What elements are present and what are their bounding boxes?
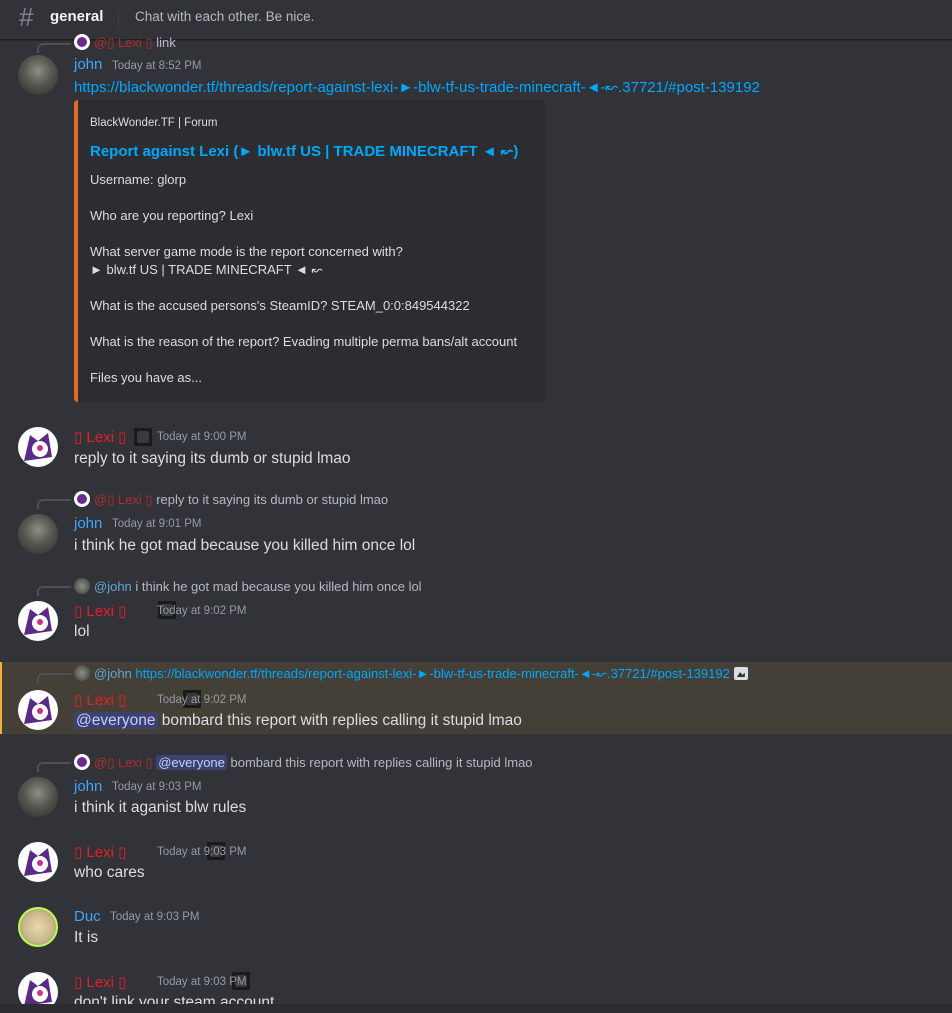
- timestamp: Today at 9:00 PM: [157, 431, 247, 443]
- reply-preview[interactable]: @john https://blackwonder.tf/threads/rep…: [74, 665, 748, 682]
- embed-line: Username: glorp: [90, 172, 187, 187]
- reply-mention[interactable]: @▯ Lexi ▯: [94, 492, 153, 507]
- reply-text: link: [156, 35, 176, 50]
- avatar-john[interactable]: [18, 55, 58, 95]
- message-text: It is: [74, 929, 99, 946]
- reply-preview[interactable]: @▯ Lexi ▯ reply to it saying its dumb or…: [74, 491, 388, 508]
- reply-spine: [37, 762, 71, 772]
- reply-avatar: [74, 578, 90, 594]
- embed-line: Who are you reporting? Lexi: [90, 208, 254, 223]
- message-text: reply to it saying its dumb or stupid lm…: [74, 450, 351, 467]
- embed-line: ► blw.tf US | TRADE MINECRAFT ◄ ↜: [90, 262, 323, 277]
- embed-title[interactable]: Report against Lexi (► blw.tf US | TRADE…: [90, 142, 518, 160]
- message-text: i think it aganist blw rules: [74, 799, 247, 816]
- reply-mention[interactable]: @▯ Lexi ▯: [94, 35, 153, 50]
- avatar-john[interactable]: [18, 514, 58, 554]
- avatar-lexi[interactable]: [18, 842, 58, 882]
- avatar-john[interactable]: [18, 777, 58, 817]
- avatar-lexi[interactable]: [18, 690, 58, 730]
- channel-topic[interactable]: Chat with each other. Be nice.: [135, 9, 314, 24]
- reply-spine: [37, 43, 71, 53]
- message-text: lol: [74, 623, 90, 640]
- message-text: i think he got mad because you killed hi…: [74, 537, 416, 554]
- embed-line: What is the accused persons's SteamID? S…: [90, 298, 470, 313]
- message-text: who cares: [74, 864, 145, 881]
- channel-name[interactable]: general: [50, 8, 103, 25]
- avatar-lexi[interactable]: [18, 427, 58, 467]
- header-divider: [118, 10, 119, 30]
- message-body: bombard this report with replies calling…: [157, 712, 522, 729]
- embed-line: Files you have as...: [90, 370, 202, 385]
- timestamp: Today at 9:03 PM: [157, 846, 247, 858]
- reply-avatar: [74, 754, 90, 770]
- everyone-mention[interactable]: @everyone: [74, 712, 158, 729]
- channel-hash-icon: #: [19, 2, 34, 32]
- reply-preview[interactable]: @▯ Lexi ▯ link: [74, 34, 176, 51]
- reply-preview[interactable]: @john i think he got mad because you kil…: [74, 578, 422, 594]
- avatar-duc[interactable]: [18, 907, 58, 947]
- author-name[interactable]: ▯ Lexi ▯: [74, 602, 126, 620]
- reply-text: bombard this report with replies calling…: [226, 755, 533, 770]
- reply-spine: [37, 499, 71, 509]
- reply-link[interactable]: https://blackwonder.tf/threads/report-ag…: [135, 666, 729, 681]
- reply-mention[interactable]: @john: [94, 666, 132, 681]
- avatar-lexi[interactable]: [18, 601, 58, 641]
- message-text: @everyone bombard this report with repli…: [74, 712, 522, 730]
- author-name[interactable]: john: [74, 778, 102, 795]
- timestamp: Today at 9:03 PM: [157, 976, 247, 988]
- author-name[interactable]: ▯ Lexi ▯: [74, 428, 126, 446]
- author-name[interactable]: john: [74, 56, 102, 73]
- reply-preview[interactable]: @▯ Lexi ▯ @everyone bombard this report …: [74, 754, 533, 771]
- message-link[interactable]: https://blackwonder.tf/threads/report-ag…: [74, 78, 760, 96]
- author-name[interactable]: ▯ Lexi ▯: [74, 691, 126, 709]
- timestamp: Today at 9:01 PM: [112, 518, 202, 530]
- author-name[interactable]: john: [74, 515, 102, 532]
- reply-text: reply to it saying its dumb or stupid lm…: [156, 492, 389, 507]
- reply-avatar: [74, 34, 90, 50]
- reply-avatar: [74, 665, 90, 681]
- role-badge-icon: [134, 428, 152, 446]
- reply-spine: [37, 586, 71, 596]
- reply-text: i think he got mad because you killed hi…: [135, 579, 422, 594]
- message-input-edge: [0, 1004, 952, 1013]
- timestamp: Today at 9:02 PM: [157, 694, 247, 706]
- author-name[interactable]: ▯ Lexi ▯: [74, 843, 126, 861]
- reply-mention[interactable]: @▯ Lexi ▯: [94, 755, 153, 770]
- author-name[interactable]: Duc: [74, 908, 101, 925]
- reply-avatar: [74, 491, 90, 507]
- reply-mention[interactable]: @john: [94, 579, 132, 594]
- timestamp: Today at 8:52 PM: [112, 60, 202, 72]
- link-embed: BlackWonder.TF | Forum Report against Le…: [74, 100, 546, 402]
- embed-provider[interactable]: BlackWonder.TF | Forum: [90, 117, 217, 129]
- timestamp: Today at 9:02 PM: [157, 605, 247, 617]
- author-name[interactable]: ▯ Lexi ▯: [74, 973, 126, 991]
- embed-line: What server game mode is the report conc…: [90, 244, 403, 259]
- image-icon: [733, 667, 748, 680]
- reply-spine: [37, 673, 71, 683]
- timestamp: Today at 9:03 PM: [112, 781, 202, 793]
- timestamp: Today at 9:03 PM: [110, 911, 200, 923]
- embed-line: What is the reason of the report? Evadin…: [90, 334, 518, 349]
- everyone-mention[interactable]: @everyone: [156, 755, 227, 770]
